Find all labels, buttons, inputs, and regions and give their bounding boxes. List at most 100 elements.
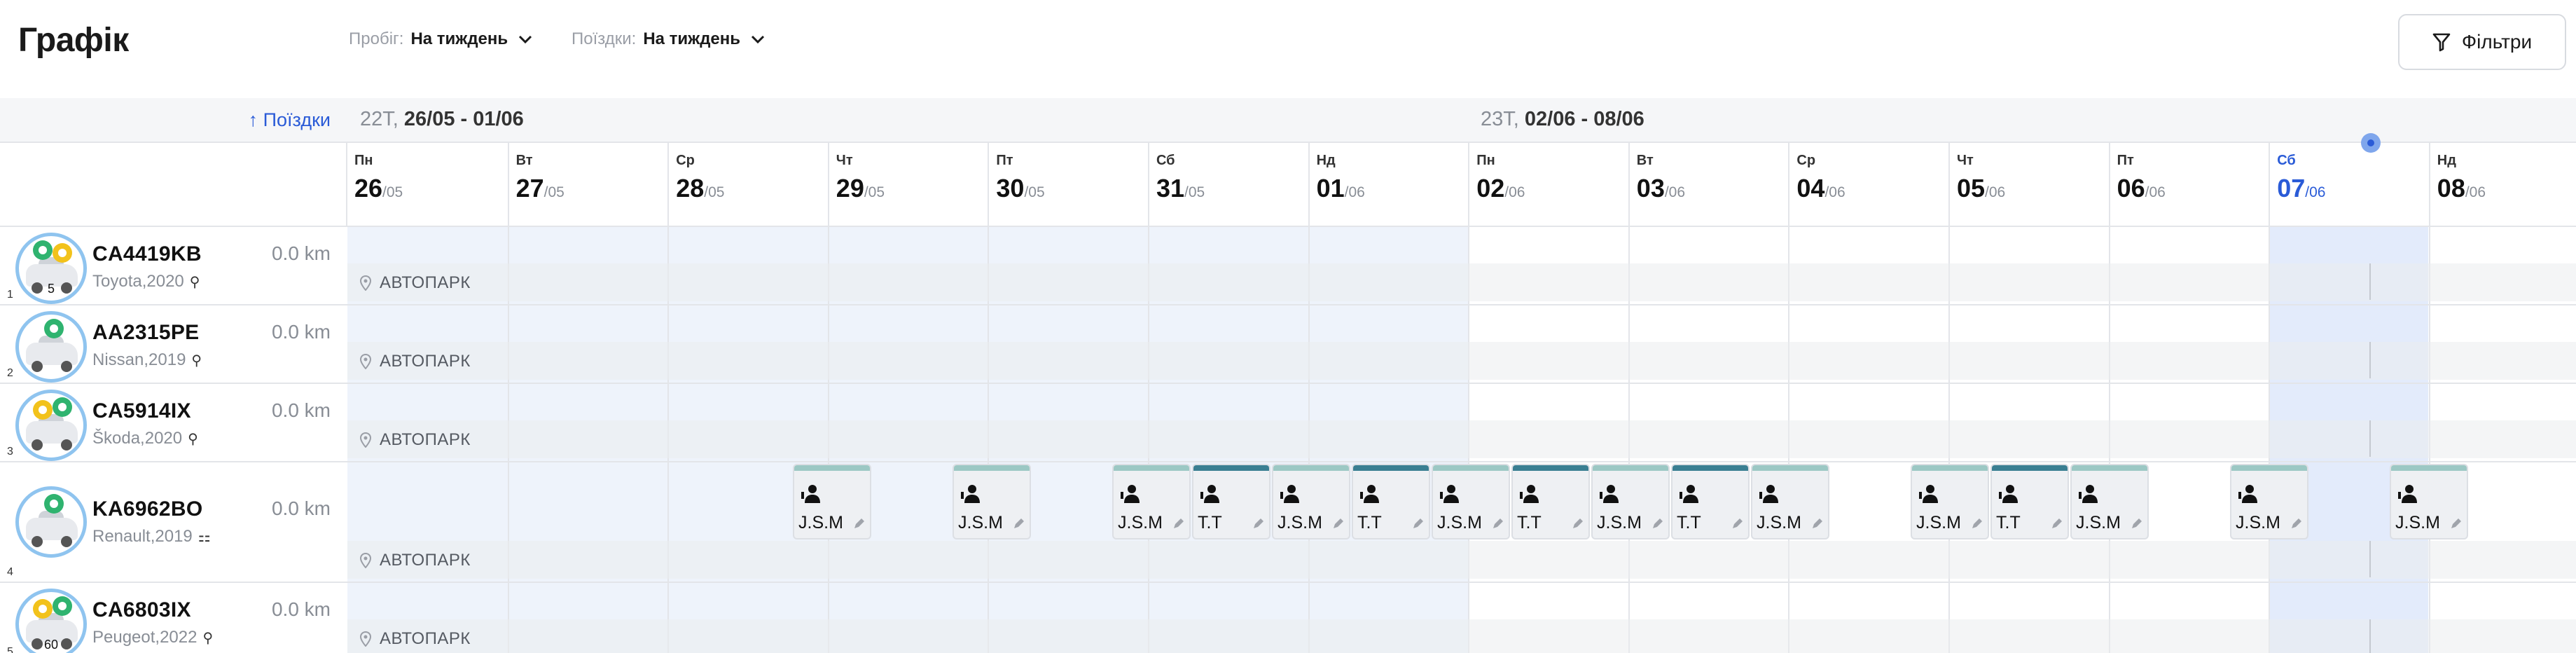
car-model-text: Nissan,2019 xyxy=(92,350,186,369)
trip-card[interactable]: T.T xyxy=(1352,464,1430,539)
edit-pencil-icon[interactable] xyxy=(1811,517,1824,530)
car-avatar: 5 xyxy=(15,233,87,304)
schedule-row[interactable]: АВТОПАРК xyxy=(347,384,2576,462)
vehicle-row[interactable]: 3 CA5914IX Škoda,2020 ⚲ 0.0 km xyxy=(0,384,347,462)
edit-pencil-icon[interactable] xyxy=(1172,517,1185,530)
transmission-icon: ⚲ xyxy=(202,630,214,646)
mileage-period-selector[interactable]: Пробіг: На тиждень xyxy=(349,29,533,49)
trip-status-bar xyxy=(1593,465,1668,471)
car-model: Nissan,2019 ⚲ xyxy=(92,350,202,370)
driver-icon xyxy=(1200,485,1219,503)
trip-card[interactable]: J.S.M xyxy=(1112,464,1191,539)
edit-pencil-icon[interactable] xyxy=(1492,517,1504,530)
edit-pencil-icon[interactable] xyxy=(1971,517,1983,530)
vehicle-row[interactable]: 4 KA6962BO Renault,2019 ⚏ 0.0 km xyxy=(0,462,347,583)
day-month: /05 xyxy=(1184,184,1205,200)
schedule-body: АВТОПАРК АВТОПАРК АВТОПАРК АВТОПАРК АВТОПАРК… xyxy=(347,227,2576,653)
filters-button[interactable]: Фільтри xyxy=(2398,14,2566,70)
day-month: /06 xyxy=(1504,184,1525,200)
day-date: 28/05 xyxy=(676,174,724,203)
location-text: АВТОПАРК xyxy=(380,629,471,648)
trip-card[interactable]: J.S.M xyxy=(1751,464,1829,539)
driver-name: J.S.M xyxy=(1437,513,1482,532)
trip-card[interactable]: J.S.M xyxy=(793,464,871,539)
edit-pencil-icon[interactable] xyxy=(2131,517,2143,530)
day-header-row: Пн 26/05 Вт 27/05 Ср 28/05 Чт 29/05 Пт 30/05 Сб 31/… xyxy=(347,143,2576,227)
day-header: Вт 27/05 xyxy=(507,143,668,227)
edit-pencil-icon[interactable] xyxy=(1572,517,1584,530)
trip-card[interactable]: T.T xyxy=(1990,464,2069,539)
trip-card[interactable]: T.T xyxy=(1671,464,1750,539)
trips-value[interactable]: На тиждень xyxy=(643,29,740,49)
day-header: Пт 06/06 xyxy=(2108,143,2269,227)
day-date: 08/06 xyxy=(2437,174,2486,203)
edit-pencil-icon[interactable] xyxy=(1252,517,1265,530)
plate-number[interactable]: CA6803IX xyxy=(92,598,191,622)
edit-pencil-icon[interactable] xyxy=(2051,517,2063,530)
day-date: 27/05 xyxy=(516,174,565,203)
trip-card[interactable]: J.S.M xyxy=(2230,464,2308,539)
edit-pencil-icon[interactable] xyxy=(1731,517,1744,530)
car-avatar xyxy=(15,390,87,461)
plate-number[interactable]: CA5914IX xyxy=(92,399,191,423)
car-model-text: Toyota,2020 xyxy=(92,272,184,291)
day-name: Чт xyxy=(1957,153,1974,168)
sort-by-trips-link[interactable]: ↑ Поїздки xyxy=(249,109,331,131)
day-name: Пн xyxy=(1476,153,1495,168)
trip-card[interactable]: T.T xyxy=(1192,464,1270,539)
edit-pencil-icon[interactable] xyxy=(1332,517,1345,530)
trip-card[interactable]: J.S.M xyxy=(2390,464,2468,539)
day-name: Пн xyxy=(354,153,373,168)
week-number: 22Т, xyxy=(360,108,399,130)
mileage-value[interactable]: На тиждень xyxy=(410,29,508,49)
trip-card[interactable]: J.S.M xyxy=(953,464,1031,539)
location-pin-icon xyxy=(360,275,371,291)
day-header: Пт 30/05 xyxy=(988,143,1148,227)
trip-card[interactable]: J.S.M xyxy=(1591,464,1670,539)
edit-pencil-icon[interactable] xyxy=(2450,517,2463,530)
trips-period-selector[interactable]: Поїздки: На тиждень xyxy=(572,29,766,49)
trips-label: Поїздки: xyxy=(572,29,637,48)
edit-pencil-icon[interactable] xyxy=(1412,517,1425,530)
schedule-row[interactable]: АВТОПАРК xyxy=(347,583,2576,653)
location-band xyxy=(347,619,2576,653)
location-text: АВТОПАРК xyxy=(380,430,471,449)
trip-card[interactable]: J.S.M xyxy=(1911,464,1989,539)
edit-pencil-icon[interactable] xyxy=(2290,517,2303,530)
vehicle-row[interactable]: 5 1 CA4419KB Toyota,2020 ⚲ 0.0 km xyxy=(0,227,347,305)
trip-card[interactable]: J.S.M xyxy=(1272,464,1350,539)
trip-card[interactable]: T.T xyxy=(1511,464,1590,539)
now-indicator xyxy=(2369,619,2371,653)
trip-status-bar xyxy=(2072,465,2147,471)
edit-pencil-icon[interactable] xyxy=(853,517,866,530)
driver-icon xyxy=(2079,485,2098,503)
location-text: АВТОПАРК xyxy=(380,551,471,570)
edit-pencil-icon[interactable] xyxy=(1013,517,1025,530)
plate-number[interactable]: KA6962BO xyxy=(92,497,202,521)
trip-card[interactable]: J.S.M xyxy=(2070,464,2149,539)
schedule-row[interactable]: АВТОПАРК xyxy=(347,305,2576,384)
plate-number[interactable]: CA4419KB xyxy=(92,242,202,266)
day-number: 27 xyxy=(515,174,544,202)
mileage-value: 0.0 km xyxy=(271,321,331,343)
day-number: 02 xyxy=(1476,174,1505,202)
car-avatar xyxy=(15,311,87,383)
day-number: 07 xyxy=(2277,174,2306,202)
trip-status-bar xyxy=(1513,465,1588,471)
location-text: АВТОПАРК xyxy=(380,273,471,292)
vehicle-row[interactable]: 2 AA2315PE Nissan,2019 ⚲ 0.0 km xyxy=(0,305,347,384)
sort-row: ↑ Поїздки xyxy=(0,98,347,143)
trip-status-bar xyxy=(1673,465,1748,471)
schedule-row[interactable]: АВТОПАРК xyxy=(347,227,2576,305)
status-badge-icon xyxy=(53,596,72,616)
mileage-value: 0.0 km xyxy=(271,598,331,620)
week-range: 02/06 - 08/06 xyxy=(1524,108,1644,130)
plate-number[interactable]: AA2315PE xyxy=(92,321,200,345)
vehicle-row[interactable]: 60 5 CA6803IX Peugeot,2022 ⚲ 0.0 km xyxy=(0,583,347,653)
filters-label: Фільтри xyxy=(2461,31,2533,53)
edit-pencil-icon[interactable] xyxy=(1651,517,1664,530)
mileage-label: Пробіг: xyxy=(349,29,404,48)
trip-card[interactable]: J.S.M xyxy=(1432,464,1510,539)
location-label: АВТОПАРК xyxy=(360,629,471,649)
car-model: Peugeot,2022 ⚲ xyxy=(92,628,213,647)
